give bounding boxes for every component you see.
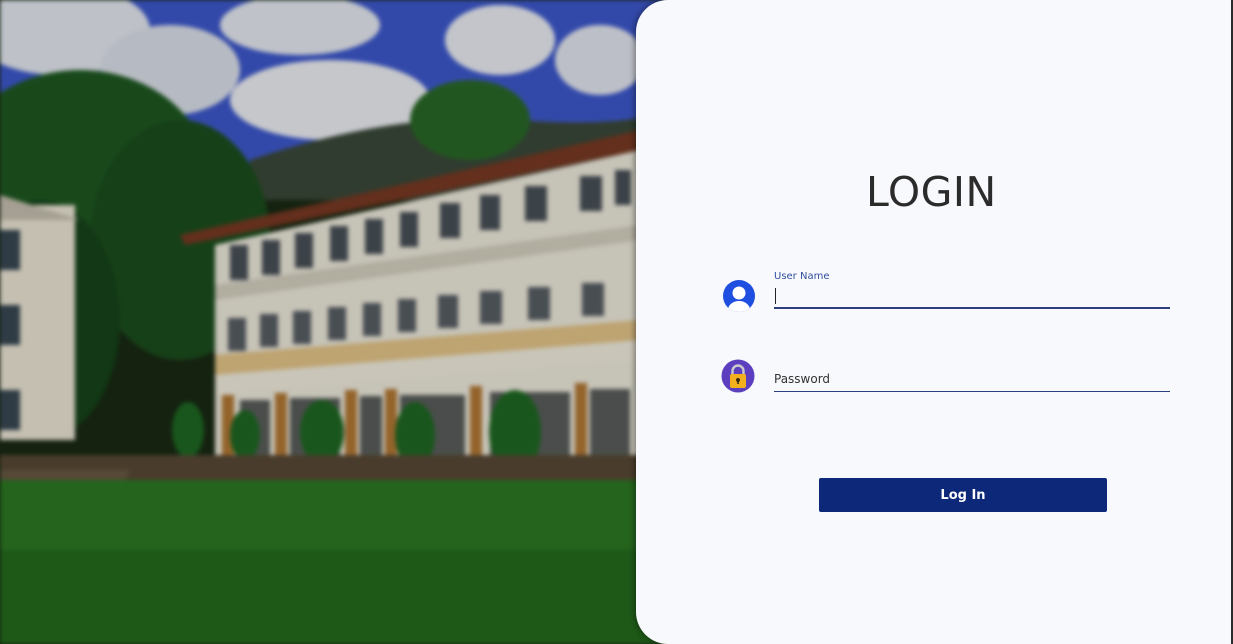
username-input[interactable] — [774, 284, 1170, 309]
background-overlay — [0, 0, 700, 644]
lock-icon — [721, 359, 755, 393]
background-photo — [0, 0, 700, 644]
username-field: User Name — [774, 271, 1170, 309]
text-cursor — [775, 288, 776, 304]
login-title: LOGIN — [866, 168, 997, 216]
username-label: User Name — [774, 271, 830, 282]
password-input[interactable] — [774, 366, 1170, 392]
user-icon — [723, 280, 755, 312]
login-page: LOGIN User Name Log In — [0, 0, 1233, 644]
login-card: LOGIN User Name Log In — [636, 0, 1233, 644]
login-button[interactable]: Log In — [819, 478, 1107, 512]
password-field — [774, 366, 1170, 392]
